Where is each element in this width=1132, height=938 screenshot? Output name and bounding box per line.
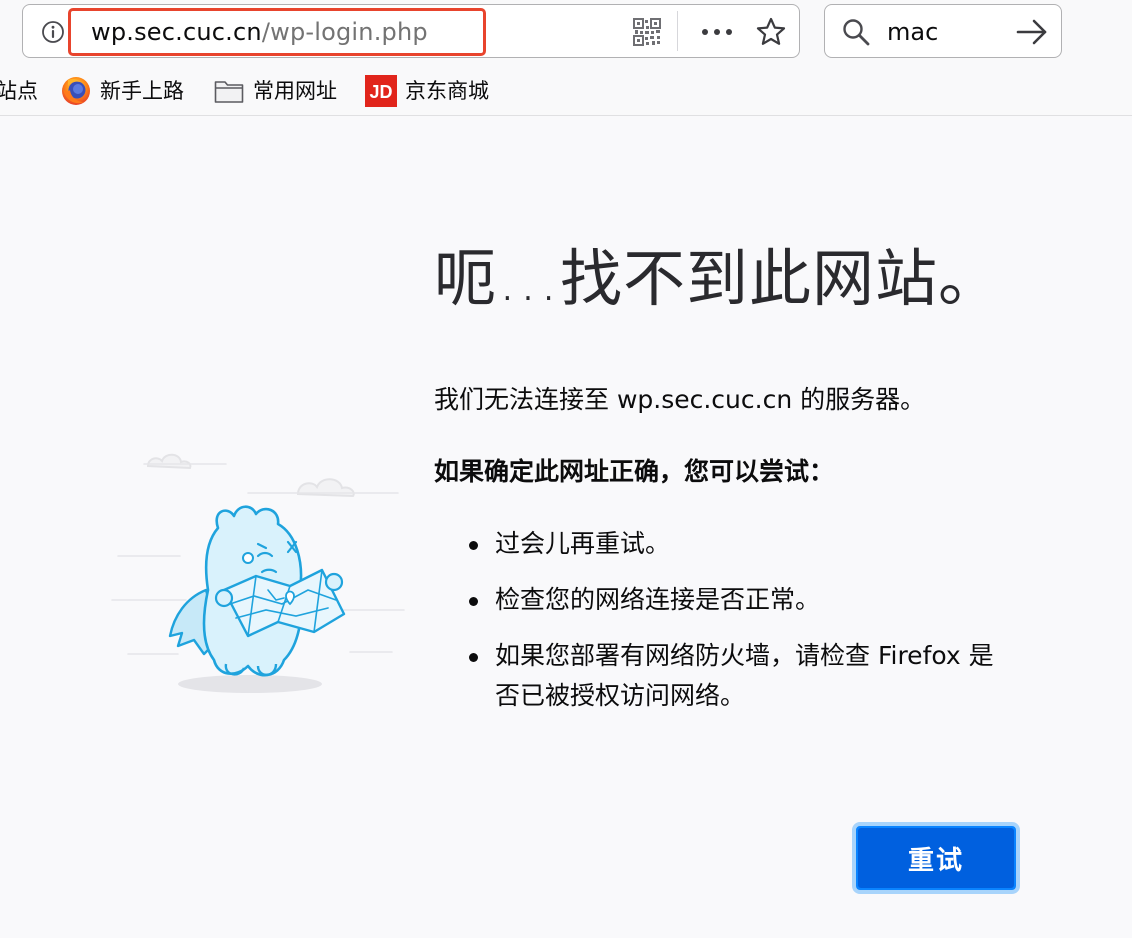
url-bar-divider: [677, 11, 678, 51]
url-path: /wp-login.php: [261, 18, 428, 46]
suggestion-item: 检查您的网络连接是否正常。: [434, 580, 994, 620]
bookmark-item-sites[interactable]: 站点: [0, 76, 38, 106]
suggestion-item: 过会儿再重试。: [434, 524, 994, 564]
bookmark-star-icon[interactable]: [755, 16, 787, 48]
bookmarks-toolbar: 站点 新手上路 常用网址 JD 京东商城: [0, 68, 1132, 116]
bookmark-label: 京东商城: [405, 79, 489, 103]
search-bar[interactable]: mac: [824, 4, 1062, 58]
try-again-label: 重试: [858, 828, 1014, 888]
suggestion-heading: 如果确定此网址正确，您可以尝试：: [434, 457, 835, 486]
search-input-text[interactable]: mac: [887, 17, 938, 47]
error-description: 我们无法连接至 wp.sec.cuc.cn 的服务器。: [434, 385, 926, 414]
bookmark-item-getting-started[interactable]: 新手上路: [60, 76, 184, 106]
url-bar[interactable]: wp.sec.cuc.cn/wp-login.php: [22, 4, 800, 58]
lost-monster-map-illustration: [111, 453, 405, 693]
folder-icon: [214, 81, 244, 103]
search-icon: [843, 19, 870, 46]
suggestion-item: 如果您部署有网络防火墙，请检查 Firefox 是否已被授权访问网络。: [434, 636, 994, 716]
bookmark-label: 新手上路: [100, 79, 184, 103]
try-again-button[interactable]: 重试: [852, 822, 1020, 894]
cloud-icon: [146, 453, 355, 498]
nav-toolbar: wp.sec.cuc.cn/wp-login.php mac: [0, 0, 1132, 68]
arrow-right-icon[interactable]: [1015, 18, 1049, 46]
page-actions-more-icon[interactable]: [699, 18, 735, 46]
bookmark-label: 站点: [0, 79, 38, 103]
qr-code-icon[interactable]: [633, 18, 661, 46]
url-text[interactable]: wp.sec.cuc.cn/wp-login.php: [91, 17, 428, 47]
jd-logo-icon: JD: [365, 75, 397, 107]
bookmark-item-jd[interactable]: JD 京东商城: [365, 75, 489, 107]
suggestion-list: 过会儿再重试。 检查您的网络连接是否正常。 如果您部署有网络防火墙，请检查 Fi…: [434, 524, 994, 732]
url-host: wp.sec.cuc.cn: [91, 18, 262, 46]
jd-logo-text: JD: [369, 82, 392, 102]
error-title: 呃…找不到此网站。: [434, 242, 1002, 315]
info-icon[interactable]: [41, 20, 65, 44]
firefox-logo-icon: [62, 77, 90, 105]
bookmark-folder-common[interactable]: 常用网址: [213, 76, 337, 106]
bookmark-label: 常用网址: [253, 79, 337, 103]
